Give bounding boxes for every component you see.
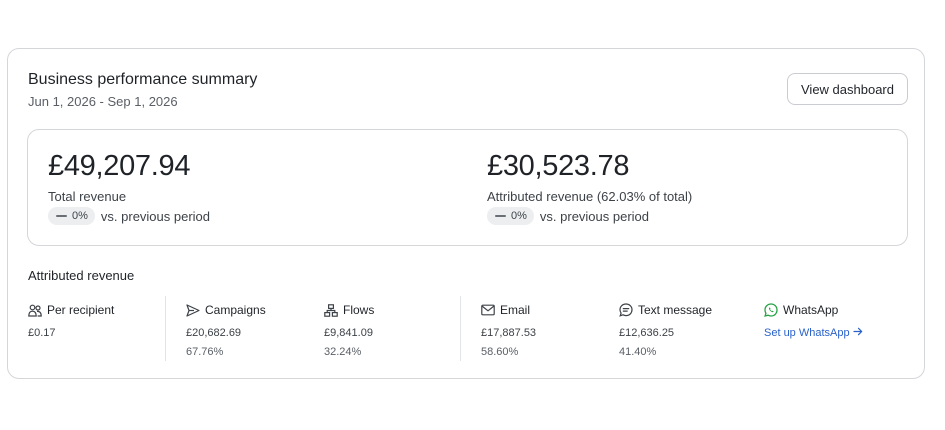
set-up-whatsapp-link[interactable]: Set up WhatsApp [764, 327, 863, 339]
column-value: £12,636.25 [619, 327, 675, 339]
envelope-icon [481, 304, 495, 316]
send-icon [186, 303, 200, 317]
flows-column: Flows £9,841.09 32.24% [324, 303, 374, 358]
column-divider [165, 296, 166, 361]
text-message-column: Text message £12,636.25 41.40% [619, 303, 712, 358]
column-label: Campaigns [205, 303, 266, 317]
dash-icon [495, 215, 506, 217]
attributed-revenue-label: Attributed revenue (62.03% of total) [487, 189, 693, 204]
total-revenue-value: £49,207.94 [48, 150, 191, 182]
arrow-right-icon [853, 327, 863, 339]
column-percent: 41.40% [619, 346, 657, 358]
per-recipient-column: Per recipient £0.17 [28, 303, 114, 339]
date-range: Jun 1, 2026 - Sep 1, 2026 [28, 94, 178, 109]
change-value: 0% [72, 210, 88, 222]
attributed-revenue-value: £30,523.78 [487, 150, 630, 182]
column-percent: 32.24% [324, 346, 362, 358]
column-label: Text message [638, 303, 713, 317]
flow-icon [324, 303, 338, 317]
column-value: £0.17 [28, 327, 56, 339]
dash-icon [56, 215, 67, 217]
whatsapp-column: WhatsApp Set up WhatsApp [764, 303, 863, 339]
business-performance-card: Business performance summary Jun 1, 2026… [7, 48, 925, 379]
link-label: Set up WhatsApp [764, 327, 850, 339]
email-column: Email £17,887.53 58.60% [481, 303, 536, 358]
column-label: Per recipient [47, 303, 115, 317]
attributed-revenue-heading: Attributed revenue [28, 268, 135, 283]
column-divider [460, 296, 461, 361]
change-value: 0% [511, 210, 527, 222]
total-revenue-change: 0% vs. previous period [48, 207, 210, 225]
change-suffix: vs. previous period [539, 208, 650, 224]
attributed-revenue-change: 0% vs. previous period [487, 207, 649, 225]
column-label: Email [500, 303, 531, 317]
chat-icon [619, 303, 633, 317]
column-value: £17,887.53 [481, 327, 537, 339]
change-badge: 0% [487, 207, 534, 225]
column-label: WhatsApp [783, 303, 839, 317]
change-badge: 0% [48, 207, 95, 225]
column-percent: 67.76% [186, 346, 224, 358]
total-revenue-label: Total revenue [48, 189, 127, 204]
column-value: £20,682.69 [186, 327, 242, 339]
card-title: Business performance summary [28, 71, 258, 88]
people-icon [28, 304, 42, 317]
whatsapp-icon [764, 303, 778, 317]
change-suffix: vs. previous period [100, 208, 211, 224]
column-label: Flows [343, 303, 375, 317]
column-value: £9,841.09 [324, 327, 373, 339]
column-percent: 58.60% [481, 346, 519, 358]
campaigns-column: Campaigns £20,682.69 67.76% [186, 303, 266, 358]
view-dashboard-button[interactable]: View dashboard [787, 73, 908, 105]
revenue-metrics-panel: £49,207.94 Total revenue 0% vs. previous… [27, 129, 908, 246]
